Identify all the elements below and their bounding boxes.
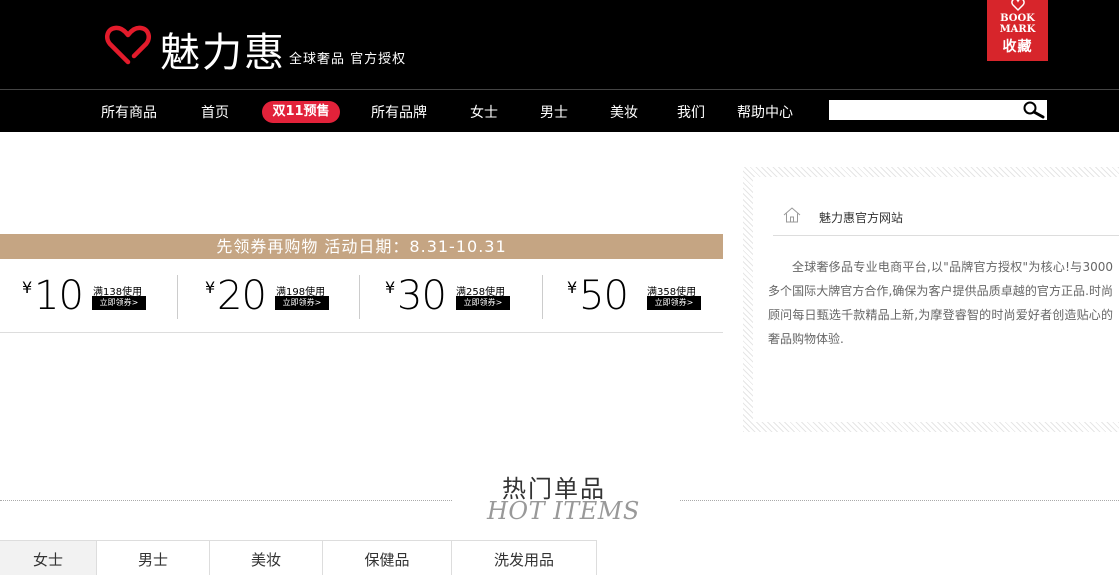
coupon-50: ¥ 50 满358使用 立即领券> — [543, 263, 724, 329]
nav-home[interactable]: 首页 — [201, 102, 229, 122]
home-icon — [783, 207, 801, 223]
bookmark-cn-label: 收藏 — [1002, 39, 1033, 55]
nav-all-products[interactable]: 所有商品 — [101, 102, 157, 122]
hot-items-divider-left — [0, 500, 452, 501]
site-info-header: 魅力惠官方网站 — [773, 205, 1119, 236]
nav-all-brands[interactable]: 所有品牌 — [371, 102, 427, 122]
nav-double11-presale[interactable]: 双11预售 — [262, 101, 340, 123]
nav-men[interactable]: 男士 — [540, 102, 568, 122]
coupon-amount: 10 — [34, 273, 84, 319]
tab-men[interactable]: 男士 — [97, 540, 210, 575]
coupon-currency: ¥ — [567, 278, 578, 297]
search-input[interactable] — [829, 100, 1047, 120]
coupon-10: ¥ 10 满138使用 立即领券> — [0, 263, 181, 329]
tab-women[interactable]: 女士 — [0, 540, 97, 575]
site-info-inner: 魅力惠官方网站 全球奢侈品专业电商平台,以"品牌官方授权"为核心!与3000多个… — [753, 177, 1119, 422]
nav-beauty[interactable]: 美妆 — [610, 102, 638, 122]
brand-tagline: 全球奢品 官方授权 — [289, 52, 407, 67]
coupon-30: ¥ 30 满258使用 立即领券> — [362, 263, 543, 329]
site-info-description: 全球奢侈品专业电商平台,以"品牌官方授权"为核心!与3000多个国际大牌官方合作… — [768, 260, 1113, 346]
get-coupon-button[interactable]: 立即领券> — [275, 296, 329, 310]
main-nav: 所有商品 首页 双11预售 所有品牌 女士 男士 美妆 我们 帮助中心 — [0, 89, 1119, 132]
coupon-currency: ¥ — [22, 278, 33, 297]
coupon-divider — [359, 275, 360, 319]
tab-health[interactable]: 保健品 — [323, 540, 452, 575]
top-header: 魅力惠 全球奢品 官方授权 BOOK MARK 收藏 — [0, 0, 1119, 89]
coupon-divider — [177, 275, 178, 319]
hot-items-subtitle: HOT ITEMS — [487, 497, 640, 525]
get-coupon-button[interactable]: 立即领券> — [92, 296, 146, 310]
coupon-20: ¥ 20 满198使用 立即领券> — [181, 263, 362, 329]
coupon-amount: 50 — [579, 273, 629, 319]
heart-icon — [1011, 0, 1025, 12]
coupon-divider — [542, 275, 543, 319]
site-info-title: 魅力惠官方网站 — [819, 211, 904, 225]
coupon-amount: 30 — [397, 273, 447, 319]
brand-name[interactable]: 魅力惠 — [160, 20, 286, 78]
coupon-currency: ¥ — [205, 278, 216, 297]
coupon-currency: ¥ — [385, 278, 396, 297]
tab-hair-care[interactable]: 洗发用品 — [452, 540, 597, 575]
nav-about-us[interactable]: 我们 — [677, 102, 705, 122]
bookmark-en-label: BOOK MARK — [999, 13, 1036, 35]
heart-logo-icon[interactable] — [104, 24, 152, 66]
bookmark-button[interactable]: BOOK MARK 收藏 — [987, 0, 1048, 61]
coupon-amount: 20 — [217, 273, 267, 319]
coupon-list: ¥ 10 满138使用 立即领券> ¥ 20 满198使用 立即领券> ¥ 30… — [0, 263, 723, 333]
nav-help-center[interactable]: 帮助中心 — [737, 102, 793, 122]
coupon-banner: 先领券再购物 活动日期：8.31-10.31 — [0, 234, 723, 259]
get-coupon-button[interactable]: 立即领券> — [456, 296, 510, 310]
site-info-box: 魅力惠官方网站 全球奢侈品专业电商平台,以"品牌官方授权"为核心!与3000多个… — [743, 167, 1119, 432]
tab-beauty[interactable]: 美妆 — [210, 540, 323, 575]
search-icon[interactable] — [1021, 100, 1047, 120]
nav-women[interactable]: 女士 — [470, 102, 498, 122]
get-coupon-button[interactable]: 立即领券> — [647, 296, 701, 310]
hot-items-divider-right — [680, 500, 1119, 501]
